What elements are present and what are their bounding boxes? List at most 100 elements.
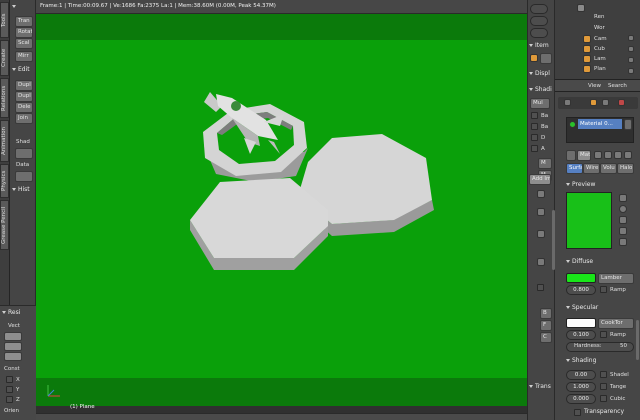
data-button[interactable]: [15, 171, 33, 182]
outliner-item-camera[interactable]: Cam: [594, 36, 607, 42]
tab-surface[interactable]: Surfa: [566, 163, 583, 174]
snap-icon[interactable]: [537, 230, 545, 238]
view-icon[interactable]: [537, 208, 545, 216]
object-name-field[interactable]: [540, 53, 552, 64]
join-button[interactable]: Join: [15, 113, 33, 124]
backface-2-checkbox[interactable]: [531, 123, 538, 130]
tab-physics[interactable]: Physics: [0, 164, 9, 198]
transparency-checkbox[interactable]: [574, 409, 581, 416]
tab-wire[interactable]: Wire: [583, 163, 600, 174]
properties-scrollbar[interactable]: [636, 320, 639, 360]
tab-halo[interactable]: Halo: [617, 163, 634, 174]
toggle-c-button[interactable]: C: [540, 332, 552, 343]
material-slot-item[interactable]: Material 0...: [578, 119, 622, 129]
translate-button[interactable]: Tran: [15, 16, 33, 27]
preview-cube-icon[interactable]: [619, 216, 627, 224]
delete-button[interactable]: Dele: [15, 102, 33, 113]
preview-flat-icon[interactable]: [619, 194, 627, 202]
tab-relations[interactable]: Relations: [0, 78, 9, 118]
diffuse-panel-header[interactable]: Diffuse: [566, 258, 593, 265]
location-y-field[interactable]: [530, 16, 548, 26]
vector-y-field[interactable]: [4, 342, 22, 351]
history-panel-header[interactable]: Hist: [12, 186, 30, 193]
outliner-item-world[interactable]: Wor: [594, 25, 605, 31]
tab-grease-pencil[interactable]: Grease Pencil: [0, 200, 9, 250]
eye-icon-2[interactable]: [628, 46, 634, 52]
smooth-button[interactable]: [15, 148, 33, 159]
eye-icon-4[interactable]: [628, 68, 634, 74]
outliner-item-lamp[interactable]: Lam: [594, 56, 606, 62]
ambient-checkbox[interactable]: [531, 145, 538, 152]
location-x-field[interactable]: [530, 4, 548, 14]
duplicate-button[interactable]: Dupl: [15, 80, 33, 91]
new-material-icon[interactable]: [604, 151, 612, 159]
ambient-field[interactable]: 1.000: [566, 382, 596, 392]
emit-field[interactable]: 0.00: [566, 370, 596, 380]
specular-panel-header[interactable]: Specular: [566, 304, 598, 311]
material-browse-button[interactable]: [566, 150, 576, 161]
tab-volume[interactable]: Volu: [600, 163, 617, 174]
specular-color-swatch[interactable]: [566, 318, 596, 328]
shading-subpanel-header[interactable]: Shading: [566, 357, 596, 364]
modifier-tab-icon[interactable]: [602, 99, 609, 106]
display-panel-header[interactable]: Displ: [529, 70, 550, 77]
transparency-panel-header[interactable]: Transparency: [584, 408, 624, 415]
node-material-icon[interactable]: [624, 151, 632, 159]
mesh-toggle-1[interactable]: M: [538, 158, 552, 169]
preview-panel-header[interactable]: Preview: [566, 181, 595, 188]
grid-icon[interactable]: [537, 190, 545, 198]
material-add-slot-button[interactable]: [624, 119, 632, 130]
reset-panel-header[interactable]: Resi: [2, 309, 20, 316]
material-name-field[interactable]: Mat: [577, 150, 591, 161]
unlink-material-icon[interactable]: [614, 151, 622, 159]
diffuse-ramp-checkbox[interactable]: [600, 286, 607, 293]
toggle-b-button[interactable]: B: [540, 308, 552, 319]
transform-orientations-header[interactable]: Trans: [529, 383, 551, 390]
mirror-button[interactable]: Mirr: [15, 51, 33, 62]
manipulator-checkbox[interactable]: [537, 284, 544, 291]
specular-shader-select[interactable]: CookTor: [598, 318, 634, 329]
search-menu[interactable]: Search: [608, 83, 627, 89]
rotate-button[interactable]: Rotat: [15, 27, 33, 38]
preview-monkey-icon[interactable]: [619, 227, 627, 235]
cubic-checkbox[interactable]: [600, 395, 607, 402]
tab-tools[interactable]: Tools: [0, 2, 9, 38]
scale-button[interactable]: Scal: [15, 38, 33, 49]
fake-user-icon[interactable]: [594, 151, 602, 159]
transform-panel-header[interactable]: [12, 3, 18, 10]
tangent-checkbox[interactable]: [600, 383, 607, 390]
eye-icon-3[interactable]: [628, 57, 634, 63]
outliner-item-cube[interactable]: Cub: [594, 46, 605, 52]
view-menu[interactable]: View: [588, 83, 601, 89]
depth-checkbox[interactable]: [531, 134, 538, 141]
edit-panel-header[interactable]: Edit: [12, 66, 30, 73]
hex-tiles-model[interactable]: [36, 14, 527, 406]
constraint-y-checkbox[interactable]: [6, 386, 13, 393]
preview-hair-icon[interactable]: [619, 238, 627, 246]
add-image-button[interactable]: Add Im: [529, 174, 551, 185]
shading-panel-header[interactable]: Shadi: [529, 86, 552, 93]
duplicate-linked-button[interactable]: Dupl: [15, 91, 33, 102]
specular-intensity-field[interactable]: 0.100: [566, 330, 596, 340]
constraint-z-checkbox[interactable]: [6, 396, 13, 403]
specular-ramp-checkbox[interactable]: [600, 331, 607, 338]
render-tab-icon[interactable]: [564, 99, 571, 106]
outliner-item-render[interactable]: Ren: [594, 14, 604, 20]
shading-mode-select[interactable]: Mul: [530, 98, 550, 109]
location-z-field[interactable]: [530, 28, 548, 38]
toggle-f-button[interactable]: F: [540, 320, 552, 331]
backface-checkbox[interactable]: [531, 112, 538, 119]
shadeless-checkbox[interactable]: [600, 371, 607, 378]
pivot-icon[interactable]: [537, 258, 545, 266]
constraint-x-checkbox[interactable]: [6, 376, 13, 383]
translucency-field[interactable]: 0.000: [566, 394, 596, 404]
tab-create[interactable]: Create: [0, 40, 9, 76]
preview-sphere-icon[interactable]: [619, 205, 627, 213]
vector-z-field[interactable]: [4, 352, 22, 361]
tab-animation[interactable]: Animation: [0, 120, 9, 162]
diffuse-color-swatch[interactable]: [566, 273, 596, 283]
vector-x-field[interactable]: [4, 332, 22, 341]
eye-icon[interactable]: [628, 35, 634, 41]
object-tab-icon[interactable]: [590, 99, 597, 106]
outliner-item-plane[interactable]: Plan: [594, 66, 606, 72]
